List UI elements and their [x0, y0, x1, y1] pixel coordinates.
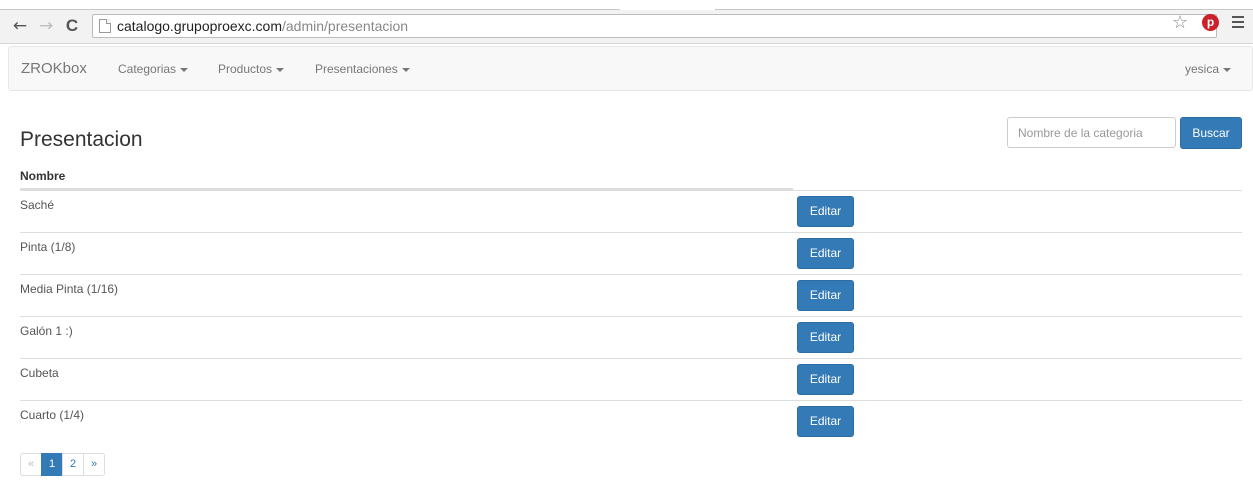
row-name: Cuarto (1/4)	[20, 408, 85, 422]
back-arrow-icon[interactable]: ←	[10, 15, 30, 37]
url-path: /admin/presentacion	[282, 18, 409, 34]
pinterest-icon[interactable]: p	[1202, 14, 1219, 31]
user-name: yesica	[1185, 62, 1220, 76]
user-menu[interactable]: yesica	[1185, 62, 1232, 76]
forward-arrow-icon[interactable]: →	[36, 15, 56, 37]
pagination-page-2[interactable]: 2	[62, 453, 84, 476]
edit-button[interactable]: Editar	[797, 280, 854, 311]
row-name: Galón 1 :)	[20, 324, 73, 338]
nav-item-label: Categorias	[118, 62, 177, 76]
star-icon[interactable]: ☆	[1172, 12, 1188, 33]
navbar-brand[interactable]: ZROKbox	[21, 60, 87, 77]
nav-item-productos[interactable]: Productos	[218, 62, 285, 76]
browser-toolbar: ← → C catalogo.grupoproexc.com/admin/pre…	[0, 10, 1253, 44]
caret-down-icon	[180, 67, 189, 72]
address-bar[interactable]: catalogo.grupoproexc.com/admin/presentac…	[92, 14, 1217, 38]
nav-item-presentaciones[interactable]: Presentaciones	[315, 62, 410, 76]
caret-down-icon	[276, 67, 285, 72]
page-icon	[99, 19, 111, 33]
edit-button[interactable]: Editar	[797, 238, 854, 269]
search-button[interactable]: Buscar	[1180, 117, 1242, 149]
url-text[interactable]: catalogo.grupoproexc.com/admin/presentac…	[117, 18, 408, 35]
edit-button[interactable]: Editar	[797, 406, 854, 437]
row-name: Pinta (1/8)	[20, 240, 76, 254]
row-name: Saché	[20, 198, 55, 212]
edit-button[interactable]: Editar	[797, 196, 854, 227]
caret-down-icon	[1223, 67, 1232, 72]
pagination: « 1 2 »	[20, 453, 105, 476]
table-row: Cubeta Editar	[20, 358, 1242, 400]
search-input[interactable]	[1007, 117, 1176, 148]
table-header: Nombre	[20, 160, 1242, 190]
edit-button[interactable]: Editar	[797, 364, 854, 395]
app-navbar: ZROKbox Categorias Productos Presentacio…	[8, 46, 1253, 91]
table-row: Saché Editar	[20, 190, 1242, 232]
nav-item-label: Presentaciones	[315, 62, 398, 76]
nav-item-label: Productos	[218, 62, 273, 76]
browser-chrome: ← → C catalogo.grupoproexc.com/admin/pre…	[0, 0, 1253, 44]
table-row: Galón 1 :) Editar	[20, 316, 1242, 358]
row-name: Media Pinta (1/16)	[20, 282, 119, 296]
pagination-next[interactable]: »	[83, 453, 105, 476]
table-row: Media Pinta (1/16) Editar	[20, 274, 1242, 316]
table-row: Pinta (1/8) Editar	[20, 232, 1242, 274]
menu-icon[interactable]	[1232, 16, 1244, 31]
url-domain: catalogo.grupoproexc.com	[117, 18, 282, 34]
caret-down-icon	[401, 67, 410, 72]
page-title: Presentacion	[20, 128, 143, 151]
pagination-page-1[interactable]: 1	[41, 453, 63, 476]
column-header-nombre: Nombre	[20, 169, 66, 183]
edit-button[interactable]: Editar	[797, 322, 854, 353]
table-row: Cuarto (1/4) Editar	[20, 400, 1242, 442]
reload-icon[interactable]: C	[62, 15, 82, 37]
pagination-prev[interactable]: «	[20, 453, 42, 476]
row-name: Cubeta	[20, 366, 59, 380]
nav-item-categorias[interactable]: Categorias	[118, 62, 189, 76]
